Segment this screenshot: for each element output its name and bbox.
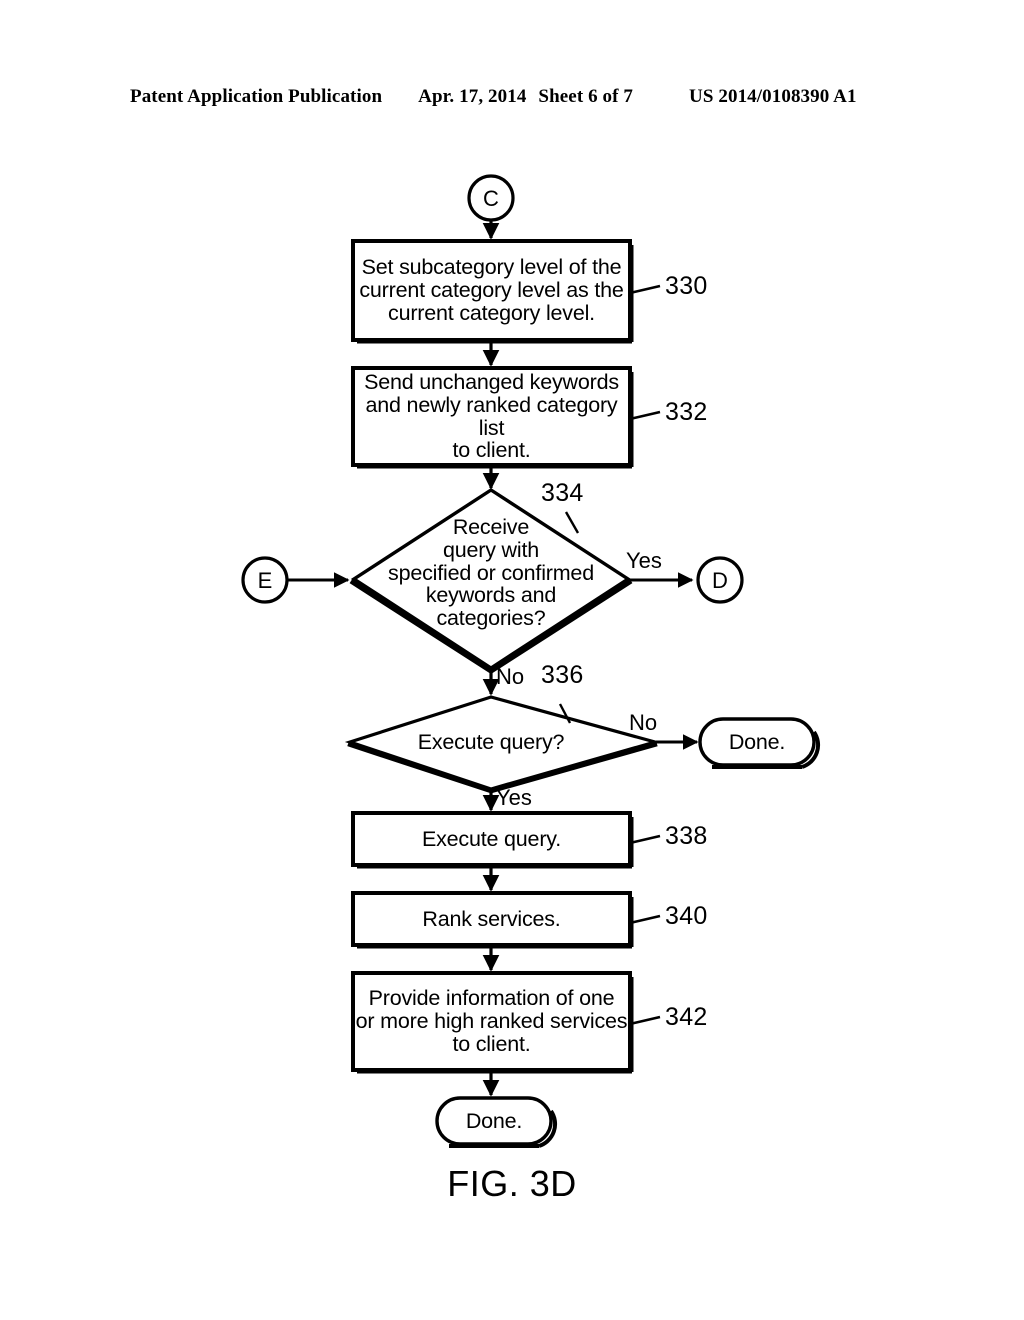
ref-number-342: 342 <box>665 1003 708 1031</box>
connector-e-label: E <box>257 568 273 593</box>
leader-338 <box>629 834 661 845</box>
edge-label-336-no: No <box>629 710 658 735</box>
leader-334 <box>564 511 580 534</box>
node-340-box <box>351 891 632 947</box>
leader-330 <box>629 284 661 295</box>
leader-342 <box>629 1015 661 1026</box>
leader-340 <box>629 914 661 925</box>
edge-label-336-yes: Yes <box>496 785 532 810</box>
node-done-right-terminal <box>698 717 816 767</box>
connector-c-label: C <box>483 186 499 211</box>
node-332-box <box>351 366 632 467</box>
node-342-box <box>351 971 632 1072</box>
flowchart-svg <box>241 174 821 1148</box>
edge-label-334-no: No <box>496 664 525 689</box>
ref-number-338: 338 <box>665 822 708 850</box>
node-336-diamond <box>344 695 661 791</box>
ref-number-340: 340 <box>665 902 708 930</box>
ref-number-334: 334 <box>541 479 584 507</box>
node-done-bottom-terminal <box>435 1096 553 1146</box>
patent-flowchart-figure: C E D Set subcategory level of the curre… <box>0 0 1024 1320</box>
ref-number-336: 336 <box>541 661 584 689</box>
ref-number-332: 332 <box>665 398 708 426</box>
ref-number-330: 330 <box>665 272 708 300</box>
node-330-box <box>351 239 632 342</box>
leader-332 <box>629 410 661 421</box>
figure-caption: FIG. 3D <box>447 1163 577 1204</box>
node-334-diamond <box>350 487 632 671</box>
edge-label-334-yes: Yes <box>626 548 662 573</box>
node-338-box <box>351 811 632 867</box>
connector-d-label: D <box>712 568 728 593</box>
